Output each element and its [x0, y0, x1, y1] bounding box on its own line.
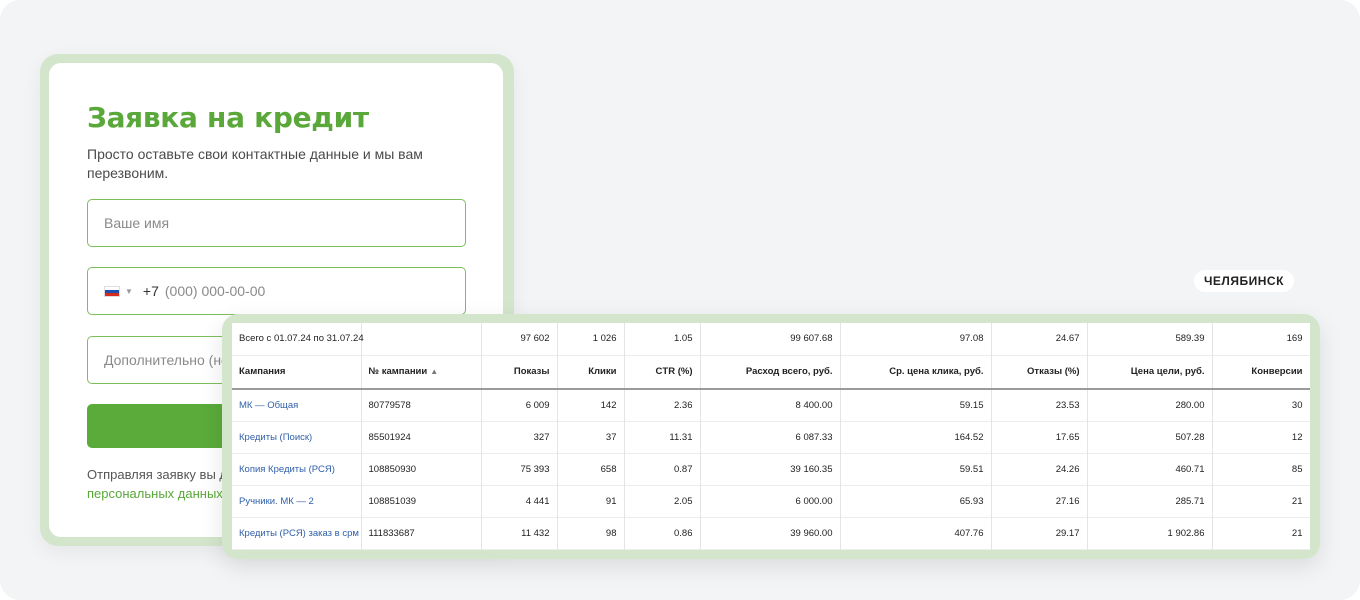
cell-conversions: 21 [1212, 517, 1310, 549]
cell-conversions: 30 [1212, 389, 1310, 421]
cell-ctr: 11.31 [624, 421, 701, 453]
cell-clicks: 37 [557, 421, 625, 453]
header-campaign-id[interactable]: № кампании ▲ [361, 355, 482, 390]
cell-bounce: 24.26 [991, 453, 1088, 485]
stats-table-card: Всего с 01.07.24 по 31.07.24 97 602 1 02… [232, 323, 1310, 550]
stats-table-frame: Всего с 01.07.24 по 31.07.24 97 602 1 02… [222, 314, 1320, 559]
cell-spend: 39 960.00 [700, 517, 841, 549]
total-impressions: 97 602 [481, 323, 558, 355]
cell-clicks: 658 [557, 453, 625, 485]
form-description: Просто оставьте свои контактные данные и… [87, 146, 423, 181]
cell-clicks: 142 [557, 389, 625, 421]
cell-goal-cost: 1 902.86 [1087, 517, 1213, 549]
consent-label: Отправляя заявку вы да [87, 467, 235, 482]
table-row: Кредиты (Поиск) 85501924 327 37 11.31 6 087.3… [232, 421, 1310, 453]
total-row: Всего с 01.07.24 по 31.07.24 97 602 1 02… [232, 323, 1310, 355]
cell-clicks: 98 [557, 517, 625, 549]
name-placeholder: Ваше имя [104, 215, 170, 231]
total-bounce: 24.67 [991, 323, 1088, 355]
total-clicks: 1 026 [557, 323, 625, 355]
name-input[interactable]: Ваше имя [87, 199, 466, 247]
total-spend: 99 607.68 [700, 323, 841, 355]
form-title: Заявка на кредит [87, 101, 369, 134]
additional-placeholder: Дополнительно (не [104, 352, 229, 368]
cell-campaign-link[interactable]: Кредиты (РСЯ) заказ в срм [232, 517, 362, 549]
total-label: Всего с 01.07.24 по 31.07.24 [232, 323, 364, 355]
header-ctr[interactable]: CTR (%) [624, 355, 701, 390]
cell-conversions: 85 [1212, 453, 1310, 485]
header-campaign-label: Кампания [239, 366, 286, 378]
russia-flag-icon[interactable] [104, 285, 120, 297]
table-row: Копия Кредиты (РСЯ) 108850930 75 393 658 0.8… [232, 453, 1310, 485]
cell-spend: 6 000.00 [700, 485, 841, 517]
cell-conversions: 21 [1212, 485, 1310, 517]
cell-impressions: 6 009 [481, 389, 558, 421]
phone-input[interactable]: ▼ +7 (000) 000-00-00 [87, 267, 466, 315]
cell-campaign-id: 108850930 [361, 453, 482, 485]
cell-impressions: 75 393 [481, 453, 558, 485]
cell-ctr: 0.87 [624, 453, 701, 485]
cell-cpc: 407.76 [840, 517, 992, 549]
cell-cpc: 59.51 [840, 453, 992, 485]
city-badge: ЧЕЛЯБИНСК [1194, 270, 1294, 292]
cell-clicks: 91 [557, 485, 625, 517]
cell-spend: 6 087.33 [700, 421, 841, 453]
cell-campaign-id: 85501924 [361, 421, 482, 453]
header-cpc[interactable]: Ср. цена клика, руб. [840, 355, 992, 390]
table-header-row: Кампания № кампании ▲ Показы Клики CTR (%… [232, 355, 1310, 390]
cell-campaign-link[interactable]: МК — Общая [232, 389, 362, 421]
cell-goal-cost: 507.28 [1087, 421, 1213, 453]
header-bounce[interactable]: Отказы (%) [991, 355, 1088, 390]
cell-bounce: 17.65 [991, 421, 1088, 453]
cell-campaign-id: 108851039 [361, 485, 482, 517]
cell-bounce: 29.17 [991, 517, 1088, 549]
header-conversions[interactable]: Конверсии [1212, 355, 1310, 390]
cell-goal-cost: 285.71 [1087, 485, 1213, 517]
cell-ctr: 2.05 [624, 485, 701, 517]
total-ctr: 1.05 [624, 323, 701, 355]
stats-table: Всего с 01.07.24 по 31.07.24 97 602 1 02… [232, 323, 1310, 550]
total-goal-cost: 589.39 [1087, 323, 1213, 355]
cell-ctr: 2.36 [624, 389, 701, 421]
header-impressions[interactable]: Показы [481, 355, 558, 390]
cell-bounce: 23.53 [991, 389, 1088, 421]
phone-country-code: +7 [142, 283, 159, 299]
total-id [361, 323, 482, 355]
cell-campaign-link[interactable]: Кредиты (Поиск) [232, 421, 362, 453]
cell-impressions: 4 441 [481, 485, 558, 517]
header-campaign[interactable]: Кампания [232, 355, 362, 390]
header-spend[interactable]: Расход всего, руб. [700, 355, 841, 390]
total-conversions: 169 [1212, 323, 1310, 355]
cell-campaign-link[interactable]: Копия Кредиты (РСЯ) [232, 453, 362, 485]
header-clicks[interactable]: Клики [557, 355, 625, 390]
phone-placeholder: (000) 000-00-00 [164, 283, 266, 299]
table-row: Кредиты (РСЯ) заказ в срм 111833687 11 432… [232, 517, 1310, 549]
total-cpc: 97.08 [840, 323, 992, 355]
cell-bounce: 27.16 [991, 485, 1088, 517]
cell-cpc: 59.15 [840, 389, 992, 421]
table-row: Ручники. МК — 2 108851039 4 441 91 2.05 6 000… [232, 485, 1310, 517]
cell-impressions: 11 432 [481, 517, 558, 549]
cell-cpc: 164.52 [840, 421, 992, 453]
header-goal-cost[interactable]: Цена цели, руб. [1087, 355, 1213, 390]
cell-campaign-link[interactable]: Ручники. МК — 2 [232, 485, 362, 517]
cell-spend: 8 400.00 [700, 389, 841, 421]
cell-ctr: 0.86 [624, 517, 701, 549]
sort-ascending-icon: ▲ [430, 367, 439, 377]
cell-goal-cost: 280.00 [1087, 389, 1213, 421]
cell-spend: 39 160.35 [700, 453, 841, 485]
chevron-down-icon[interactable]: ▼ [125, 287, 133, 296]
cell-cpc: 65.93 [840, 485, 992, 517]
cell-campaign-id: 111833687 [361, 517, 482, 549]
header-id-label: № кампании [368, 366, 428, 378]
cell-impressions: 327 [481, 421, 558, 453]
cell-conversions: 12 [1212, 421, 1310, 453]
cell-goal-cost: 460.71 [1087, 453, 1213, 485]
table-row: МК — Общая 80779578 6 009 142 2.36 8 400.00 59… [232, 389, 1310, 421]
canvas: Заявка на кредит Просто оставьте свои ко… [0, 0, 1360, 600]
cell-campaign-id: 80779578 [361, 389, 482, 421]
